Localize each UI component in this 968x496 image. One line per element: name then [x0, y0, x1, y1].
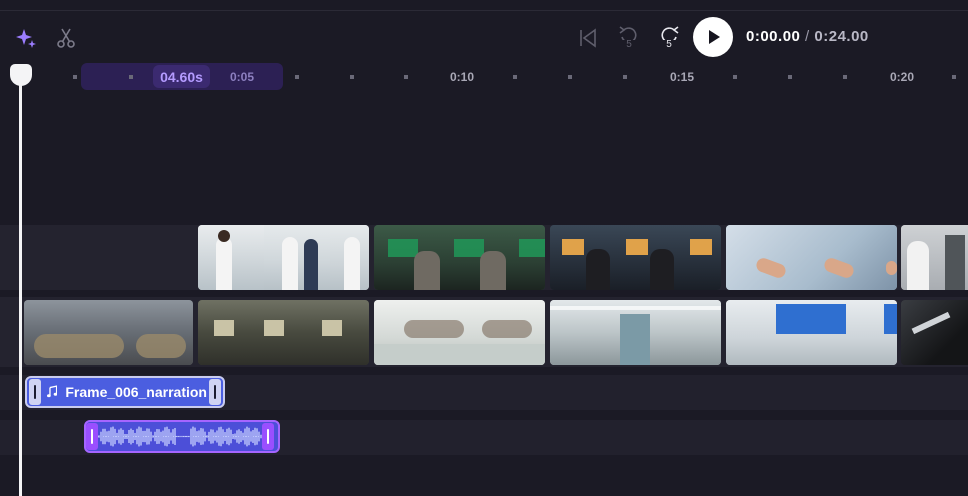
ruler-tick [129, 75, 133, 79]
waveform-icon [98, 426, 262, 447]
video-clip-meeting[interactable] [374, 300, 545, 365]
ruler-tick [952, 75, 956, 79]
audio-clip-right-handle[interactable] [209, 379, 221, 405]
ruler-tick [404, 75, 408, 79]
ruler-tick [623, 75, 627, 79]
current-time-marker: 04.60s [153, 65, 210, 88]
total-time: 0:24.00 [814, 28, 869, 45]
scissors-icon[interactable] [54, 26, 78, 50]
top-divider [0, 10, 968, 11]
forward-5-icon[interactable]: 5 [656, 24, 682, 52]
ruler-label-15s: 0:15 [670, 70, 695, 84]
ruler-label-5s: 0:05 [230, 70, 255, 84]
video-clip-dark-tech[interactable] [901, 300, 968, 365]
ruler-tick [295, 75, 299, 79]
video-clip-old-office[interactable] [198, 300, 369, 365]
voice-clip-left-handle[interactable] [86, 423, 98, 450]
rewind-seconds-label: 5 [626, 39, 632, 50]
play-button[interactable] [693, 17, 733, 57]
audio-clip-left-handle[interactable] [29, 379, 41, 405]
playhead-handle[interactable] [10, 64, 32, 86]
ruler-tick [788, 75, 792, 79]
voice-clip-selected[interactable] [84, 420, 280, 453]
skip-to-start-icon[interactable] [576, 26, 600, 50]
video-clip-corridor[interactable] [550, 300, 721, 365]
play-icon [709, 30, 720, 44]
playhead-line[interactable] [19, 75, 22, 496]
ruler-tick [568, 75, 572, 79]
rewind-5-icon[interactable]: 5 [616, 24, 642, 52]
time-separator: / [805, 28, 810, 45]
audio-clip-label: Frame_006_narration [65, 384, 207, 400]
ruler-tick [733, 75, 737, 79]
ruler-label-20s: 0:20 [890, 70, 915, 84]
voice-clip-right-handle[interactable] [262, 423, 274, 450]
video-clip-touchscreen[interactable] [726, 225, 897, 290]
video-clip-desk-monitor[interactable] [726, 300, 897, 365]
timecode: 0:00.00 / 0:24.00 [746, 28, 869, 45]
sparkles-icon[interactable] [14, 26, 38, 50]
video-clip-cluttered-desk[interactable] [24, 300, 193, 365]
video-clip-office-team[interactable] [198, 225, 369, 290]
ruler-tick [513, 75, 517, 79]
forward-seconds-label: 5 [666, 39, 672, 50]
music-note-icon [47, 385, 58, 398]
ruler-label-10s: 0:10 [450, 70, 475, 84]
ruler-tick [73, 75, 77, 79]
audio-clip-narration[interactable]: Frame_006_narration [25, 376, 225, 408]
audio-clip-content: Frame_006_narration [43, 384, 207, 400]
ruler-tick [350, 75, 354, 79]
video-clip-developer[interactable] [550, 225, 721, 290]
video-clip-server-room[interactable] [901, 225, 968, 290]
ruler-tick [843, 75, 847, 79]
current-time: 0:00.00 [746, 28, 801, 45]
video-clip-celebration[interactable] [374, 225, 545, 290]
